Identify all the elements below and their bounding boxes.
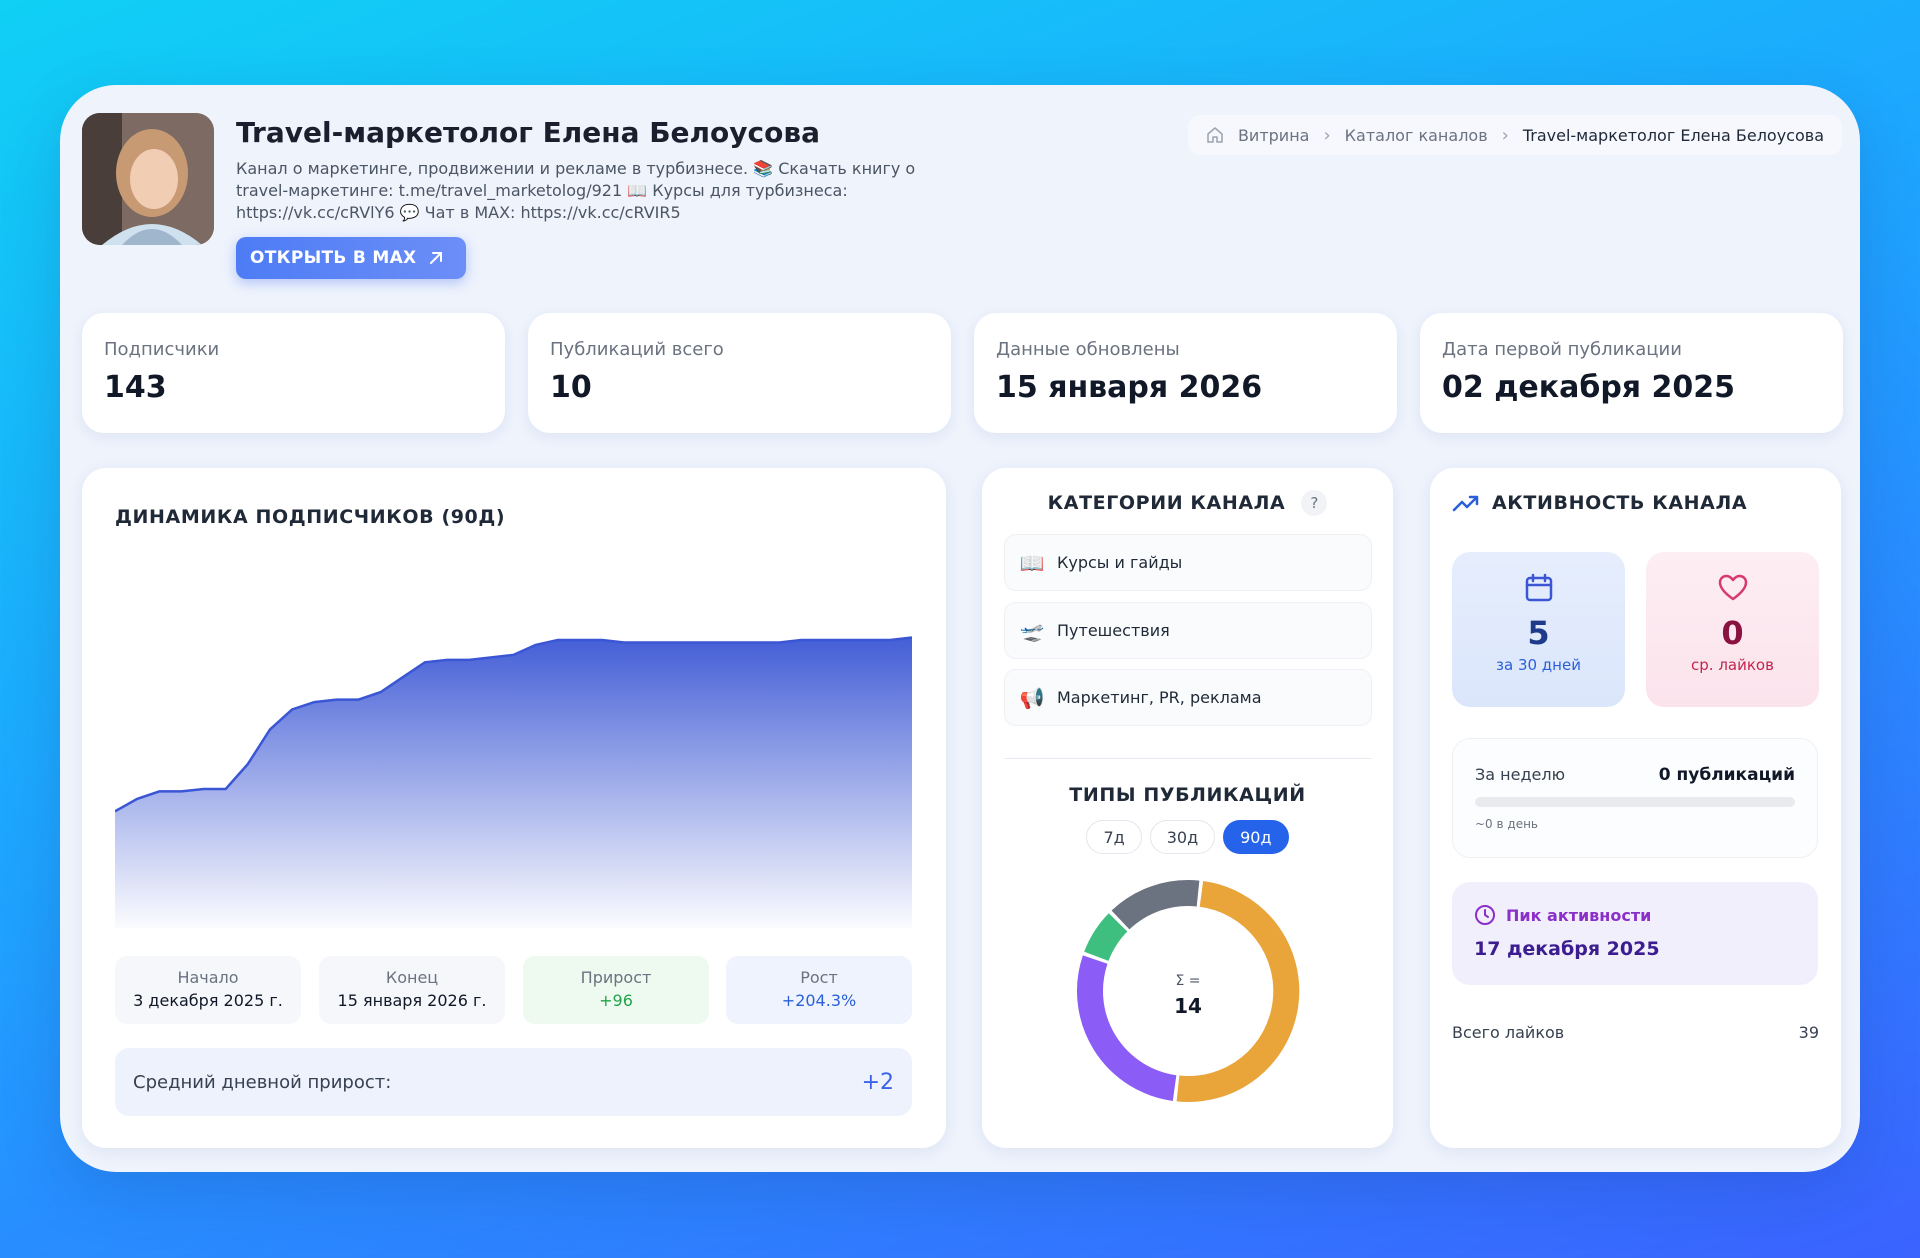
airplane-icon: 🛫 — [1019, 618, 1045, 643]
subscriber-dynamics-panel: ДИНАМИКА ПОДПИСЧИКОВ (90Д) Начало 3 дека… — [82, 468, 946, 1148]
chevron-right-icon: › — [1323, 124, 1331, 146]
donut-slice[interactable] — [1084, 913, 1128, 962]
summary-start: Начало 3 декабря 2025 г. — [115, 956, 301, 1024]
stat-value: 15 января 2026 — [996, 370, 1263, 405]
category-label: Путешествия — [1057, 621, 1170, 640]
summary-value: 3 декабря 2025 г. — [133, 991, 283, 1010]
donut-slice[interactable] — [1176, 881, 1300, 1103]
megaphone-icon: 📢 — [1019, 685, 1045, 710]
peak-label: Пик активности — [1506, 905, 1652, 925]
stat-value: 10 — [550, 370, 592, 405]
avg-value: +2 — [861, 1069, 894, 1095]
avg-likes-tile: 0 ср. лайков — [1646, 552, 1819, 707]
calendar-icon — [1525, 573, 1552, 602]
clock-icon — [1475, 905, 1495, 925]
tab-30d[interactable]: 30д — [1149, 820, 1216, 854]
heart-icon — [1718, 574, 1747, 601]
avg-label: Средний дневной прирост: — [133, 1071, 392, 1093]
stat-card-posts-total: Публикаций всего 10 — [528, 313, 951, 433]
summary-growth: Рост +204.3% — [726, 956, 912, 1024]
breadcrumb: Витрина › Каталог каналов › Travel-марке… — [1187, 115, 1842, 155]
activity-title: АКТИВНОСТЬ КАНАЛА — [1492, 492, 1748, 514]
posts-30d-value: 5 — [1527, 614, 1550, 652]
posts-30d-caption: за 30 дней — [1496, 656, 1581, 674]
peak-activity-card: Пик активности 17 декабря 2025 — [1452, 882, 1818, 985]
stat-card-first-post: Дата первой публикации 02 декабря 2025 — [1420, 313, 1843, 433]
post-types-title: ТИПЫ ПУБЛИКАЦИЙ — [1069, 784, 1306, 806]
category-travel[interactable]: 🛫 Путешествия — [1004, 602, 1372, 659]
help-icon[interactable]: ? — [1301, 490, 1328, 516]
posts-30d-tile: 5 за 30 дней — [1452, 552, 1625, 707]
avatar-portrait-image — [82, 113, 214, 245]
total-likes-value: 39 — [1798, 1023, 1819, 1042]
avg-likes-caption: ср. лайков — [1691, 656, 1774, 674]
category-label: Маркетинг, PR, реклама — [1057, 688, 1262, 707]
stat-card-updated: Данные обновлены 15 января 2026 — [974, 313, 1397, 433]
summary-end: Конец 15 января 2026 г. — [319, 956, 505, 1024]
stat-value: 02 декабря 2025 — [1442, 370, 1735, 405]
arrow-up-right-icon — [430, 252, 443, 264]
week-label: За неделю — [1475, 765, 1566, 784]
home-icon[interactable] — [1206, 126, 1224, 144]
categories-header: КАТЕГОРИИ КАНАЛА ? — [982, 490, 1393, 516]
breadcrumb-item-catalog[interactable]: Каталог каналов — [1345, 126, 1488, 145]
tab-90d[interactable]: 90д — [1223, 820, 1289, 854]
week-value: 0 публикаций — [1658, 765, 1795, 785]
period-tabs: 7д 30д 90д — [982, 820, 1393, 854]
open-button-label: ОТКРЫТЬ В MAX — [250, 248, 417, 268]
summary-gain: Прирост +96 — [523, 956, 709, 1024]
summary-label: Прирост — [580, 968, 652, 987]
chevron-right-icon: › — [1501, 124, 1509, 146]
stat-label: Подписчики — [104, 339, 220, 360]
donut-slice[interactable] — [1077, 955, 1177, 1101]
post-types-donut: Σ = 14 — [1077, 880, 1300, 1103]
stat-value: 143 — [104, 370, 167, 405]
channel-avatar — [82, 113, 214, 245]
weekly-activity-card: За неделю 0 публикаций ~0 в день — [1452, 738, 1818, 858]
breadcrumb-item-current: Travel-маркетолог Елена Белоусова — [1522, 125, 1824, 145]
stat-label: Публикаций всего — [550, 339, 724, 360]
tab-7d[interactable]: 7д — [1086, 820, 1142, 854]
donut-center-value: 14 — [1174, 994, 1202, 1018]
area-fill — [115, 637, 912, 928]
total-likes-row: Всего лайков 39 — [1452, 1023, 1819, 1042]
categories-panel: КАТЕГОРИИ КАНАЛА ? 📖 Курсы и гайды 🛫 Пут… — [982, 468, 1393, 1148]
donut-slice[interactable] — [1111, 880, 1200, 930]
stat-label: Дата первой публикации — [1442, 339, 1682, 360]
categories-title: КАТЕГОРИИ КАНАЛА — [1047, 492, 1286, 514]
activity-header: АКТИВНОСТЬ КАНАЛА — [1452, 492, 1747, 514]
category-label: Курсы и гайды — [1057, 553, 1183, 572]
breadcrumb-item-showcase[interactable]: Витрина — [1238, 126, 1310, 145]
total-likes-label: Всего лайков — [1452, 1023, 1565, 1042]
summary-label: Конец — [385, 968, 439, 987]
summary-value: +204.3% — [781, 991, 857, 1010]
stat-label: Данные обновлены — [996, 339, 1180, 360]
week-progress-bar — [1475, 797, 1795, 807]
channel-title: Travel-маркетолог Елена Белоусова — [236, 116, 820, 149]
activity-panel: АКТИВНОСТЬ КАНАЛА 5 за 30 дней 0 ср. лай… — [1430, 468, 1841, 1148]
donut-center-label: Σ = — [1175, 973, 1200, 989]
subscriber-area-chart — [115, 636, 912, 928]
avg-likes-value: 0 — [1721, 614, 1744, 652]
stat-card-subscribers: Подписчики 143 — [82, 313, 505, 433]
divider — [1004, 758, 1372, 759]
peak-value: 17 декабря 2025 — [1474, 938, 1660, 960]
week-per-day: ~0 в день — [1475, 817, 1538, 831]
category-courses[interactable]: 📖 Курсы и гайды — [1004, 534, 1372, 591]
dynamics-title: ДИНАМИКА ПОДПИСЧИКОВ (90Д) — [115, 506, 506, 528]
summary-label: Начало — [177, 968, 239, 987]
summary-value: +96 — [599, 991, 633, 1010]
trending-up-icon — [1452, 495, 1479, 512]
category-marketing[interactable]: 📢 Маркетинг, PR, реклама — [1004, 669, 1372, 726]
average-daily-gain: Средний дневной прирост: +2 — [115, 1048, 912, 1116]
book-icon: 📖 — [1019, 550, 1045, 575]
open-in-max-button[interactable]: ОТКРЫТЬ В MAX — [236, 237, 467, 279]
summary-value: 15 января 2026 г. — [337, 991, 487, 1010]
summary-label: Рост — [800, 968, 838, 987]
channel-description: Канал о маркетинге, продвижении и реклам… — [236, 159, 916, 222]
